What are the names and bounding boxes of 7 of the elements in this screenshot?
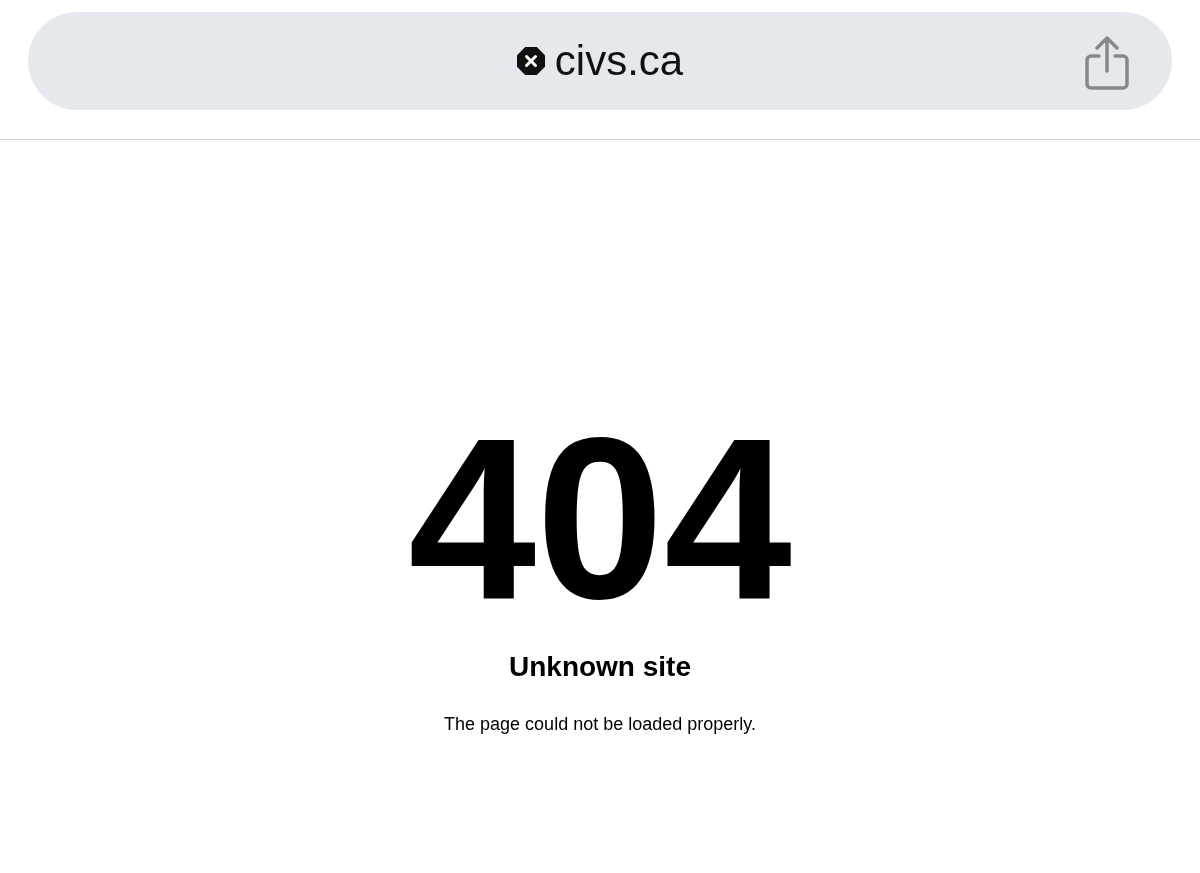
- error-title: Unknown site: [509, 653, 691, 681]
- stop-icon: [516, 47, 545, 75]
- url-text: civs.ca: [554, 40, 684, 82]
- error-message: The page could not be loaded properly.: [444, 715, 756, 733]
- address-bar[interactable]: civs.ca: [28, 12, 1172, 110]
- share-icon[interactable]: [1084, 36, 1130, 90]
- error-code: 404: [408, 404, 792, 634]
